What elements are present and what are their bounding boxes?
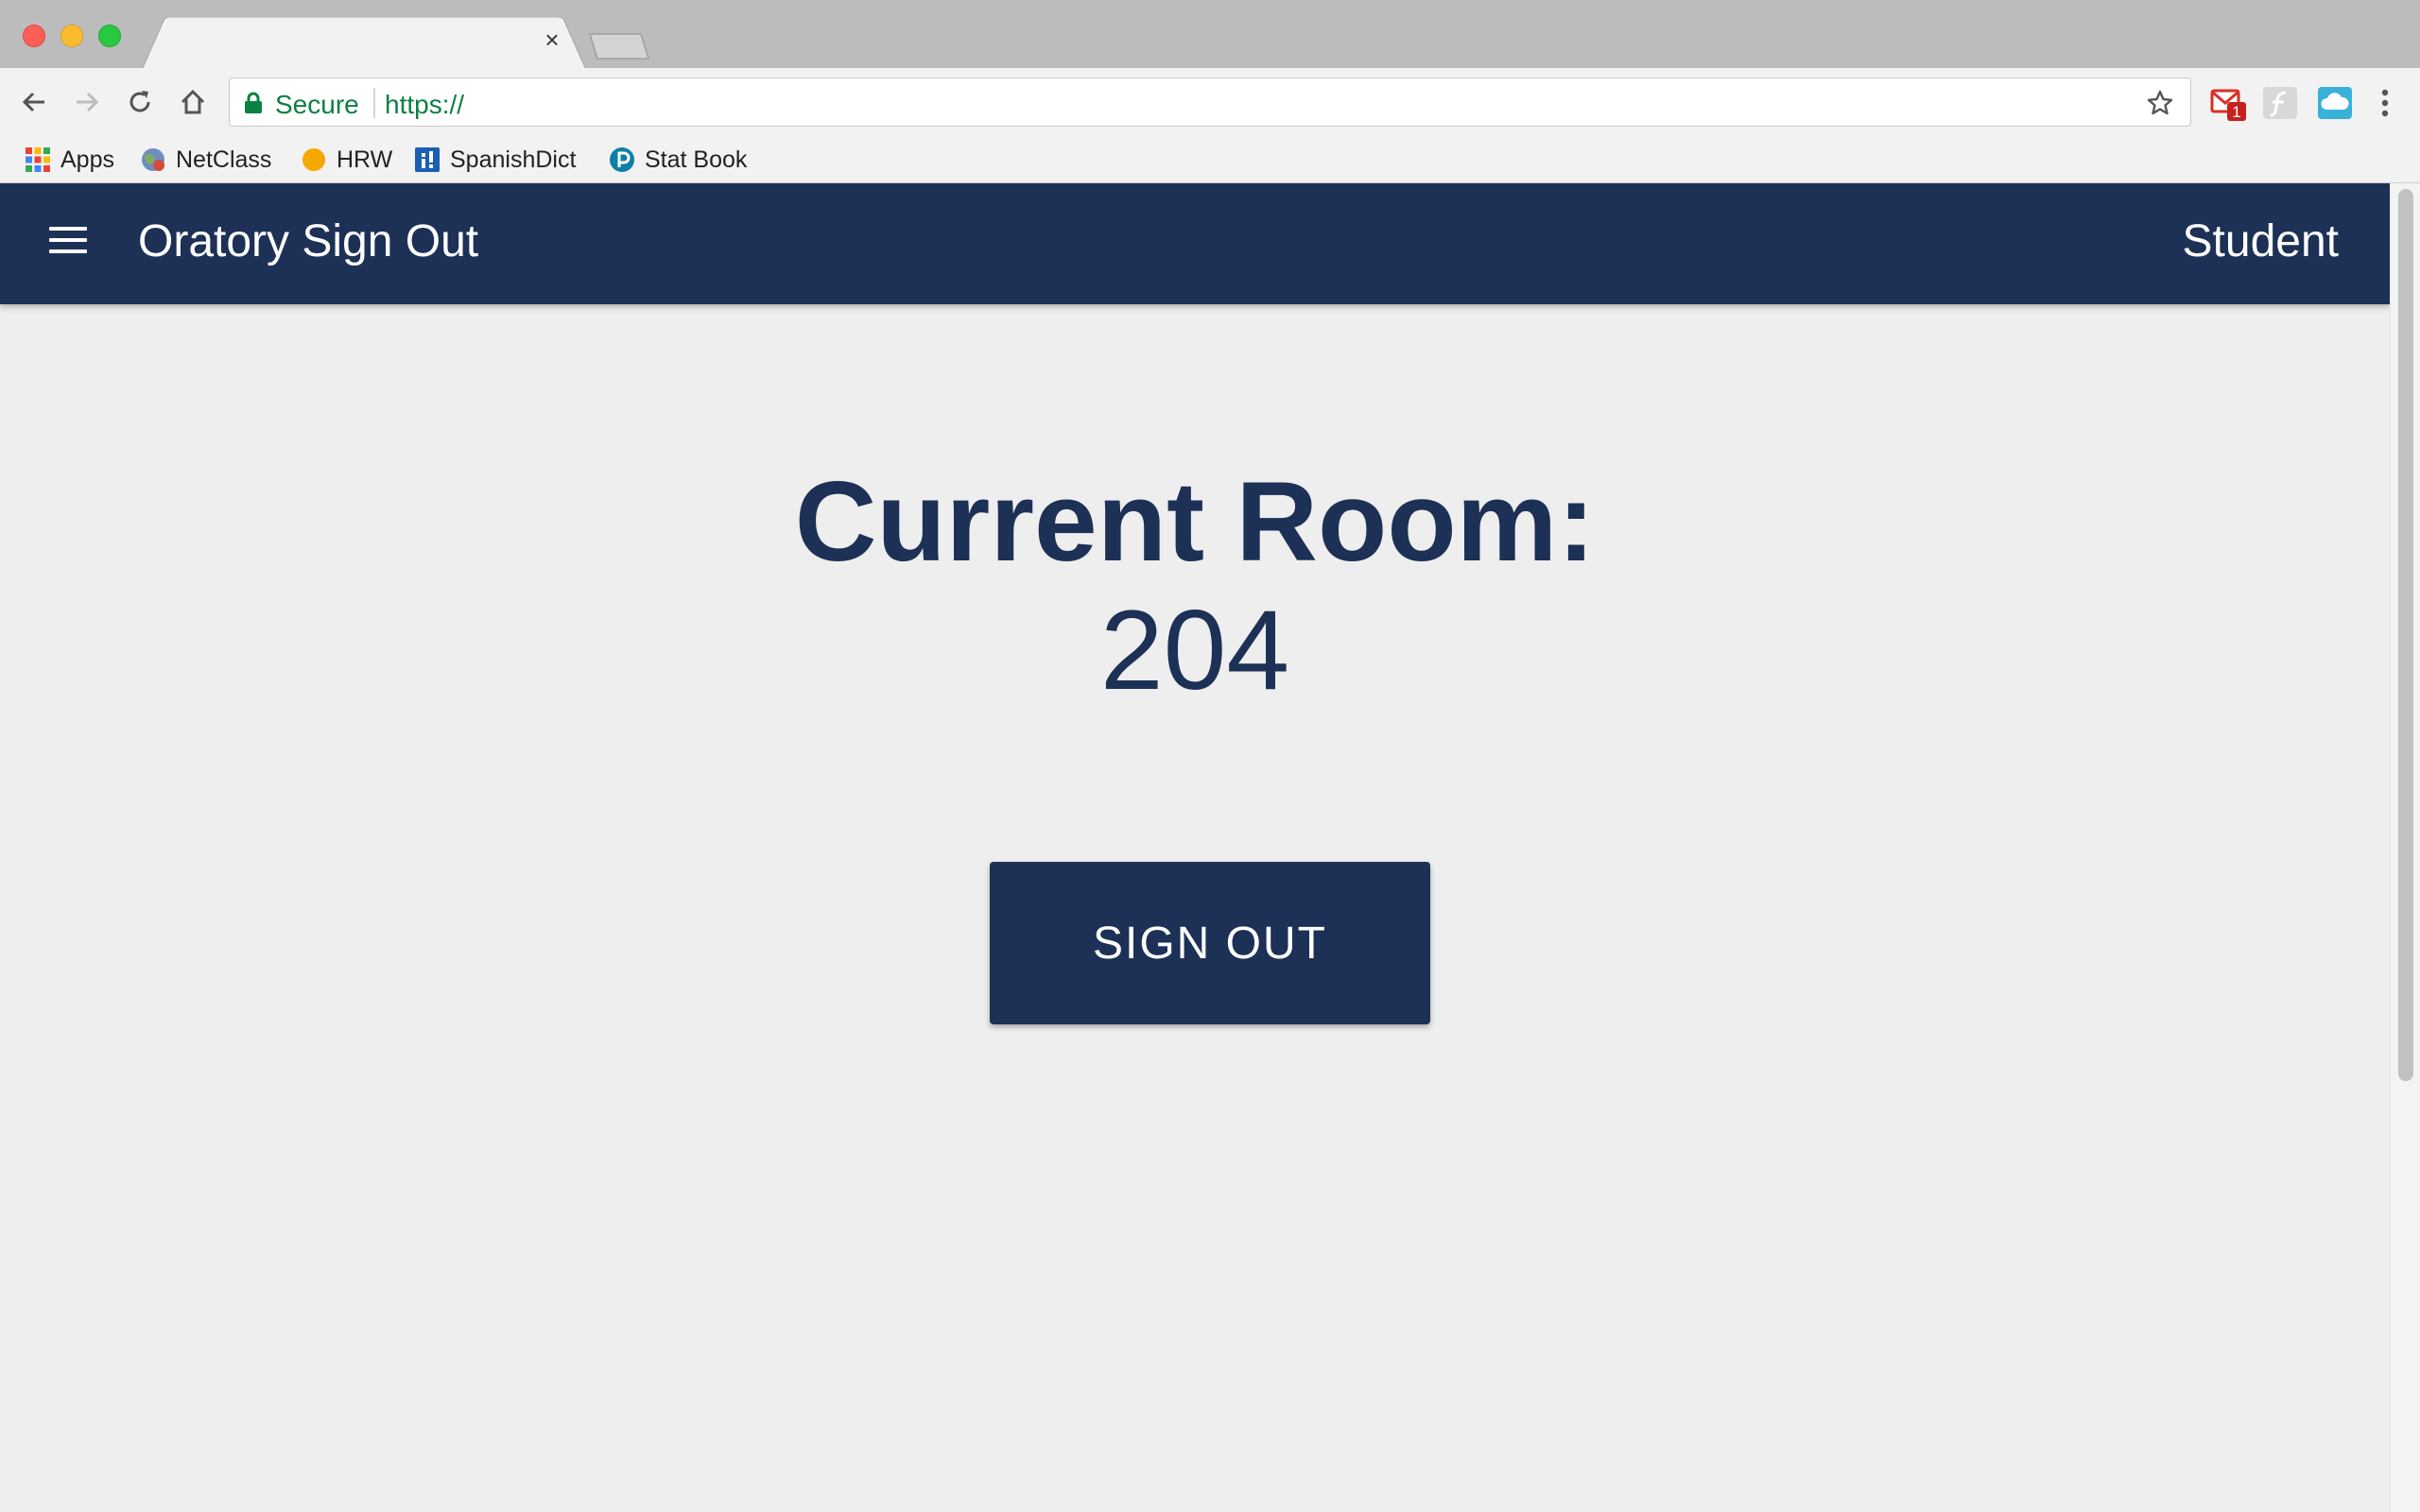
bookmark-star-button[interactable]	[2143, 86, 2177, 120]
bookmark-label: NetClass	[176, 146, 272, 173]
arrow-left-icon	[22, 92, 44, 112]
forward-button[interactable]	[68, 83, 106, 121]
cloud-icon	[2321, 93, 2349, 110]
spanishdict-icon	[415, 147, 440, 172]
current-room-heading: Current Room:	[794, 458, 1596, 585]
gmail-icon: 1	[2210, 89, 2246, 121]
back-button[interactable]	[15, 83, 53, 121]
apps-grid-icon	[26, 147, 50, 172]
arrow-right-icon	[77, 92, 99, 112]
app-bar: Oratory Sign Out Student	[0, 183, 2390, 304]
cloud-extension-button[interactable]	[2318, 87, 2352, 119]
flash-extension-button[interactable]	[2263, 87, 2297, 119]
sign-out-button[interactable]: SIGN OUT	[990, 862, 1430, 1024]
pearson-icon	[610, 147, 634, 172]
reload-icon	[130, 91, 150, 112]
room-number: 204	[1099, 587, 1290, 713]
address-bar[interactable]: Secure https://	[229, 77, 2191, 127]
gmail-extension-button[interactable]: 1	[2210, 87, 2246, 121]
bookmarks-bar: Apps NetClass HRW SpanishDict Stat Book	[0, 136, 2420, 183]
user-role-label[interactable]: Student	[2183, 215, 2339, 267]
gmail-badge: 1	[2232, 103, 2240, 121]
orange-circle-icon	[302, 148, 325, 171]
bookmark-label: HRW	[337, 146, 393, 173]
browser-menu-button[interactable]	[2371, 85, 2399, 123]
scrollbar-thumb[interactable]	[2398, 189, 2413, 1081]
bookmark-label: SpanishDict	[450, 146, 577, 173]
new-tab-button[interactable]	[586, 30, 652, 62]
window-minimize-button[interactable]	[60, 25, 83, 47]
lock-icon	[245, 92, 262, 113]
more-vert-icon	[2381, 89, 2389, 117]
bookmark-netclass[interactable]: NetClass	[140, 142, 271, 178]
url-text[interactable]: https://	[385, 90, 464, 120]
app-title: Oratory Sign Out	[138, 216, 479, 266]
bookmark-spanishdict[interactable]: SpanishDict	[414, 142, 576, 178]
page-scrollbar[interactable]	[2390, 183, 2420, 1512]
browser-toolbar: Secure https:// 1	[0, 68, 2420, 136]
bookmark-apps[interactable]: Apps	[25, 142, 114, 178]
menu-icon[interactable]	[49, 227, 87, 261]
star-icon	[2147, 90, 2173, 115]
home-button[interactable]	[174, 83, 212, 121]
tab-close-icon[interactable]: ×	[539, 26, 565, 53]
flash-icon	[2270, 91, 2287, 117]
browser-titlebar: ×	[0, 0, 2420, 70]
omnibox-divider	[373, 88, 375, 118]
bookmark-hrw[interactable]: HRW	[301, 142, 392, 178]
bookmark-label: Stat Book	[645, 146, 748, 173]
home-icon	[181, 89, 205, 114]
window-maximize-button[interactable]	[98, 25, 121, 47]
browser-tab-active[interactable]	[142, 17, 586, 70]
bookmark-stat-book[interactable]: Stat Book	[609, 142, 747, 178]
main-content: Current Room: 204 SIGN OUT	[0, 304, 2390, 1512]
bookmark-label: Apps	[60, 146, 114, 173]
secure-label: Secure	[275, 90, 359, 119]
globe-icon	[142, 148, 164, 171]
window-close-button[interactable]	[23, 25, 45, 47]
reload-button[interactable]	[121, 83, 159, 121]
